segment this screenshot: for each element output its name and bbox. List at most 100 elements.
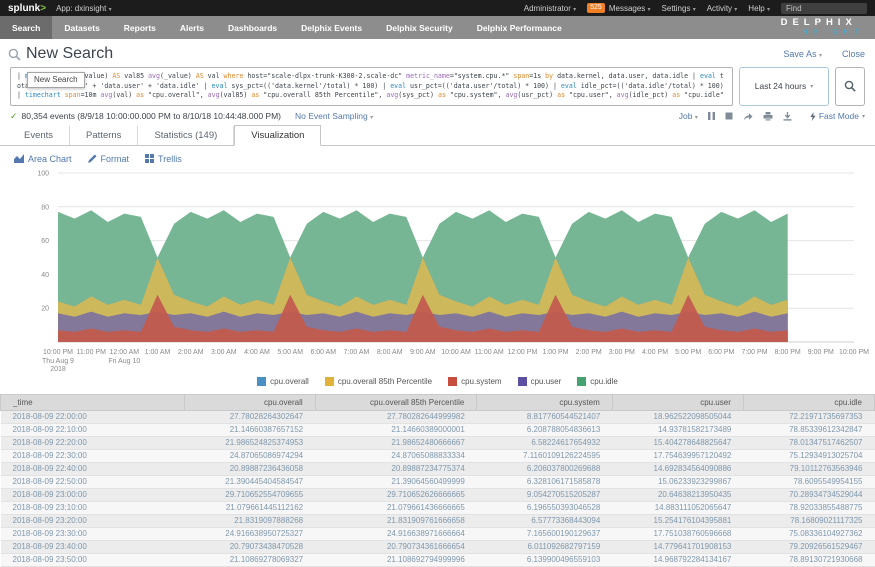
cell-time[interactable]: 2018-08-09 23:10:00 [1, 501, 185, 514]
cell-value[interactable]: 14.692834564090886 [612, 462, 743, 475]
cell-value[interactable]: 24.87065088833334 [315, 449, 477, 462]
nav-item-dashboards[interactable]: Dashboards [216, 16, 289, 39]
cell-time[interactable]: 2018-08-09 22:40:00 [1, 462, 185, 475]
cell-time[interactable]: 2018-08-09 23:00:00 [1, 488, 185, 501]
cell-value[interactable]: 14.968792284134167 [612, 553, 743, 566]
search-query-input[interactable]: New Search | mstats perc95(_value) AS va… [10, 67, 733, 106]
print-button[interactable] [763, 112, 773, 121]
activity-menu[interactable]: Activity ▾ [707, 4, 738, 13]
cell-value[interactable]: 72.21971735697353 [743, 410, 874, 423]
column-header-cpu-user[interactable]: cpu.user [612, 394, 743, 410]
messages-menu[interactable]: Messages ▾ [609, 4, 651, 13]
column-header-cpu-system[interactable]: cpu.system [477, 394, 612, 410]
cell-value[interactable]: 6.57773368443094 [477, 514, 612, 527]
tab-visualization[interactable]: Visualization [234, 125, 321, 146]
cell-value[interactable]: 21.079661445112162 [184, 501, 315, 514]
cell-value[interactable]: 9.054270515205287 [477, 488, 612, 501]
cell-value[interactable]: 24.916638971666664 [315, 527, 477, 540]
cell-value[interactable]: 18.962522098505044 [612, 410, 743, 423]
cell-value[interactable]: 6.011092682797159 [477, 540, 612, 553]
nav-item-datasets[interactable]: Datasets [52, 16, 111, 39]
cell-time[interactable]: 2018-08-09 22:50:00 [1, 475, 185, 488]
help-menu[interactable]: Help ▾ [748, 4, 770, 13]
tab-events[interactable]: Events [8, 126, 70, 145]
cell-value[interactable]: 15.404278648825647 [612, 436, 743, 449]
settings-menu[interactable]: Settings ▾ [662, 4, 696, 13]
cell-value[interactable]: 29.710652626666665 [315, 488, 477, 501]
cell-value[interactable]: 7.1160109126224595 [477, 449, 612, 462]
cell-time[interactable]: 2018-08-09 22:30:00 [1, 449, 185, 462]
cell-value[interactable]: 6.206037800269688 [477, 462, 612, 475]
legend-item-cpu-idle[interactable]: cpu.idle [577, 377, 618, 386]
cell-value[interactable]: 78.01347517462507 [743, 436, 874, 449]
cell-value[interactable]: 20.64638213950435 [612, 488, 743, 501]
pause-button[interactable] [708, 112, 715, 120]
job-menu[interactable]: Job ▾ [679, 111, 698, 121]
cell-value[interactable]: 8.817760544521407 [477, 410, 612, 423]
legend-item-cpu-system[interactable]: cpu.system [448, 377, 501, 386]
trellis-button[interactable]: Trellis [145, 154, 182, 164]
cell-time[interactable]: 2018-08-09 23:20:00 [1, 514, 185, 527]
format-button[interactable]: Format [88, 154, 130, 164]
cell-value[interactable]: 21.8319097888268 [184, 514, 315, 527]
cell-value[interactable]: 78.89130721930668 [743, 553, 874, 566]
cell-value[interactable]: 17.754639957120492 [612, 449, 743, 462]
legend-item-cpu-overall-85th-percentile[interactable]: cpu.overall 85th Percentile [325, 377, 432, 386]
cell-value[interactable]: 79.10112763563946 [743, 462, 874, 475]
cell-value[interactable]: 24.87065086974294 [184, 449, 315, 462]
column-header-cpu-overall[interactable]: cpu.overall [184, 394, 315, 410]
cell-value[interactable]: 24.916638950725327 [184, 527, 315, 540]
cell-value[interactable]: 14.779641701908153 [612, 540, 743, 553]
cell-value[interactable]: 70.28934734529044 [743, 488, 874, 501]
cell-value[interactable]: 21.98652480666667 [315, 436, 477, 449]
app-menu[interactable]: App: dxinsight ▾ [56, 4, 112, 13]
cell-value[interactable]: 75.12934913025704 [743, 449, 874, 462]
search-submit-button[interactable] [835, 67, 865, 106]
cell-value[interactable]: 27.780282644999982 [315, 410, 477, 423]
cell-value[interactable]: 6.196550393046528 [477, 501, 612, 514]
cell-value[interactable]: 21.390445404584547 [184, 475, 315, 488]
cell-value[interactable]: 17.751038760596668 [612, 527, 743, 540]
cell-value[interactable]: 21.10869278069327 [184, 553, 315, 566]
stop-button[interactable] [725, 112, 733, 120]
tab-patterns[interactable]: Patterns [70, 126, 138, 145]
cell-value[interactable]: 20.790734361666654 [315, 540, 477, 553]
cell-time[interactable]: 2018-08-09 23:50:00 [1, 553, 185, 566]
cell-value[interactable]: 20.89887236436058 [184, 462, 315, 475]
splunk-logo[interactable]: splunk> [8, 3, 46, 14]
nav-item-reports[interactable]: Reports [112, 16, 168, 39]
cell-value[interactable]: 6.58224617654932 [477, 436, 612, 449]
cell-time[interactable]: 2018-08-09 22:10:00 [1, 423, 185, 436]
find-input[interactable]: Find [781, 3, 867, 14]
cell-value[interactable]: 6.328106171585878 [477, 475, 612, 488]
cell-value[interactable]: 6.139900496559103 [477, 553, 612, 566]
nav-item-delphix-security[interactable]: Delphix Security [374, 16, 465, 39]
nav-item-search[interactable]: Search [0, 16, 52, 39]
cell-value[interactable]: 78.16809021117325 [743, 514, 874, 527]
cell-value[interactable]: 78.85339612342847 [743, 423, 874, 436]
cell-value[interactable]: 21.986524825374953 [184, 436, 315, 449]
cell-time[interactable]: 2018-08-09 22:00:00 [1, 410, 185, 423]
time-range-picker[interactable]: Last 24 hours▾ [739, 67, 829, 106]
cell-value[interactable]: 78.6095549954155 [743, 475, 874, 488]
search-mode-menu[interactable]: Fast Mode ▾ [810, 111, 865, 121]
cell-value[interactable]: 78.92033855488775 [743, 501, 874, 514]
cell-value[interactable]: 21.831909761666658 [315, 514, 477, 527]
cell-value[interactable]: 7.165600190129637 [477, 527, 612, 540]
cell-value[interactable]: 15.254176104395881 [612, 514, 743, 527]
cell-value[interactable]: 27.78028264302647 [184, 410, 315, 423]
column-header-cpu-overall-85th-percentile[interactable]: cpu.overall 85th Percentile [315, 394, 477, 410]
cell-value[interactable]: 20.89887234775374 [315, 462, 477, 475]
cell-value[interactable]: 29.710652554709655 [184, 488, 315, 501]
cell-value[interactable]: 21.39064560499999 [315, 475, 477, 488]
nav-item-delphix-events[interactable]: Delphix Events [289, 16, 374, 39]
column-header-cpu-idle[interactable]: cpu.idle [743, 394, 874, 410]
cell-value[interactable]: 21.079661436666665 [315, 501, 477, 514]
cell-value[interactable]: 20.79073438470528 [184, 540, 315, 553]
cell-value[interactable]: 6.208788054836613 [477, 423, 612, 436]
cell-value[interactable]: 14.93781582173489 [612, 423, 743, 436]
user-menu[interactable]: Administrator ▾ [524, 4, 576, 13]
legend-item-cpu-user[interactable]: cpu.user [518, 377, 562, 386]
legend-item-cpu-overall[interactable]: cpu.overall [257, 377, 309, 386]
cell-time[interactable]: 2018-08-09 23:30:00 [1, 527, 185, 540]
